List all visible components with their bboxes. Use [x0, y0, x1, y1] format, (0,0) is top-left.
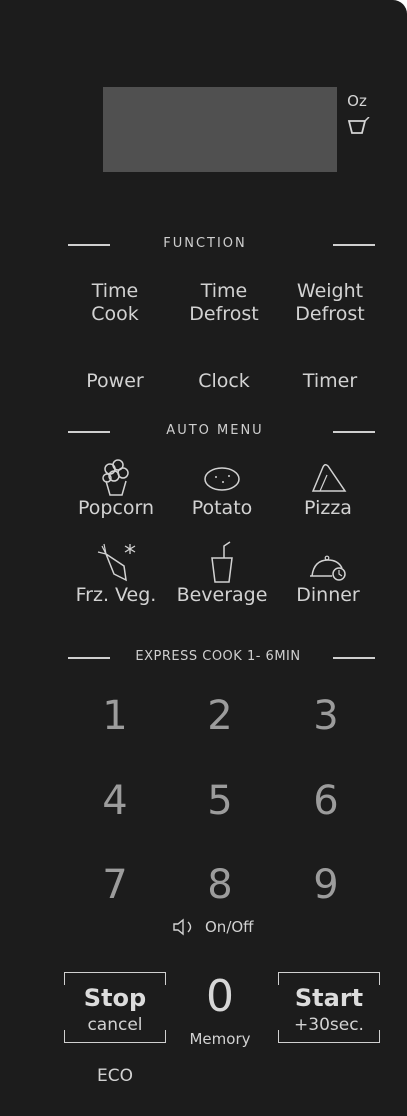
- function-rule-right: [333, 244, 375, 246]
- time-cook-button[interactable]: Time Cook: [70, 280, 160, 326]
- auto-menu-section-label: AUTO MENU: [166, 423, 264, 438]
- auto-menu-rule-left: [68, 431, 110, 433]
- auto-menu-rule-right: [333, 431, 375, 433]
- lcd-display: [103, 87, 337, 172]
- beverage-icon: [211, 541, 233, 583]
- beverage-button[interactable]: Beverage: [172, 540, 272, 615]
- express-cook-section-label: EXPRESS COOK 1- 6MIN: [135, 649, 301, 664]
- express-rule-right: [333, 657, 375, 659]
- number-0-button[interactable]: 0: [188, 972, 252, 1022]
- express-rule-left: [68, 657, 110, 659]
- oz-unit-label: Oz: [347, 92, 367, 110]
- popcorn-button[interactable]: Popcorn: [66, 455, 166, 530]
- dinner-label: Dinner: [296, 584, 360, 606]
- stop-cancel-button[interactable]: Stop cancel: [64, 972, 166, 1050]
- frozen-vegetable-icon: [97, 543, 136, 582]
- time-defrost-button[interactable]: Time Defrost: [178, 280, 270, 326]
- potato-label: Potato: [191, 497, 253, 519]
- number-7-button[interactable]: 7: [85, 862, 145, 908]
- eco-label: ECO: [97, 1066, 133, 1086]
- start-plus30-button[interactable]: Start +30sec.: [278, 972, 380, 1050]
- microwave-control-panel: Oz FUNCTION Time Cook Time Defrost Weigh…: [0, 0, 407, 1116]
- weight-defrost-label-line2: Defrost: [295, 303, 365, 325]
- beverage-label: Beverage: [176, 584, 268, 606]
- time-defrost-label-line2: Defrost: [189, 303, 259, 325]
- cup-icon: [347, 117, 370, 134]
- frozen-vegetable-button[interactable]: Frz. Veg.: [66, 540, 166, 615]
- timer-button[interactable]: Timer: [284, 370, 376, 393]
- weight-defrost-button[interactable]: Weight Defrost: [284, 280, 376, 326]
- potato-button[interactable]: Potato: [172, 455, 272, 530]
- stop-label: Stop: [83, 984, 147, 1012]
- time-cook-label-line1: Time: [91, 280, 139, 302]
- number-3-button[interactable]: 3: [296, 693, 356, 739]
- number-6-button[interactable]: 6: [296, 778, 356, 824]
- sound-on-off-label: On/Off: [205, 918, 254, 936]
- dinner-button[interactable]: Dinner: [278, 540, 378, 615]
- pizza-icon: [311, 463, 347, 492]
- number-9-button[interactable]: 9: [296, 862, 356, 908]
- function-rule-left: [68, 244, 110, 246]
- time-cook-label-line2: Cook: [91, 303, 139, 325]
- cancel-label: cancel: [87, 1015, 143, 1035]
- clock-button[interactable]: Clock: [178, 370, 270, 393]
- frozen-vegetable-label: Frz. Veg.: [75, 584, 157, 606]
- memory-label: Memory: [189, 1030, 251, 1048]
- speaker-icon: [173, 918, 192, 936]
- time-defrost-label-line1: Time: [200, 280, 248, 302]
- plus-30-sec-label: +30sec.: [294, 1015, 364, 1035]
- popcorn-label: Popcorn: [77, 497, 155, 519]
- potato-icon: [204, 467, 240, 491]
- number-8-button[interactable]: 8: [190, 862, 250, 908]
- number-2-button[interactable]: 2: [190, 693, 250, 739]
- power-button[interactable]: Power: [70, 370, 160, 393]
- dinner-icon: [310, 555, 346, 581]
- number-4-button[interactable]: 4: [85, 778, 145, 824]
- popcorn-icon: [102, 459, 129, 496]
- pizza-label: Pizza: [304, 497, 352, 519]
- number-1-button[interactable]: 1: [85, 693, 145, 739]
- weight-defrost-label-line1: Weight: [296, 280, 364, 302]
- pizza-button[interactable]: Pizza: [278, 455, 378, 530]
- start-label: Start: [294, 984, 364, 1012]
- number-5-button[interactable]: 5: [190, 778, 250, 824]
- function-section-label: FUNCTION: [163, 236, 247, 251]
